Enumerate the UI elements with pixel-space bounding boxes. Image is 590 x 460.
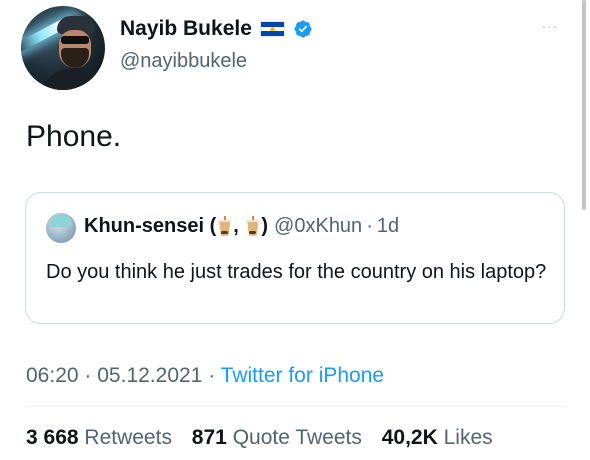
quote-tweets-count: 871 (191, 426, 227, 449)
author-avatar[interactable] (21, 6, 105, 90)
quoted-tweet-time[interactable]: 1d (377, 215, 399, 238)
avatar-shoulders (35, 68, 105, 90)
retweets-count: 3 668 (26, 426, 79, 449)
quoted-tweet-header: Khun-sensei (, ) @0xKhun · 1d (84, 215, 399, 238)
quoted-meta-separator: · (366, 215, 373, 237)
verified-badge-icon (294, 20, 312, 38)
bubble-tea-icon (246, 215, 260, 237)
likes-label: Likes (443, 426, 493, 449)
tweet-text: Phone. (26, 120, 122, 153)
quoted-author-name-separator: , (233, 215, 239, 237)
el-salvador-flag-icon (259, 21, 285, 37)
divider (26, 406, 566, 407)
quoted-author-handle[interactable]: @0xKhun (274, 215, 362, 238)
scrollbar[interactable] (582, 0, 586, 210)
tweet-time[interactable]: 06:20 (26, 364, 79, 387)
quote-tweets-label: Quote Tweets (232, 426, 362, 449)
likes-count: 40,2K (381, 426, 438, 449)
quoted-tweet-card[interactable]: Khun-sensei (, ) @0xKhun · 1d Do you thi… (25, 192, 565, 324)
meta-separator: · (208, 364, 216, 387)
retweets-stat[interactable]: 3 668 Retweets (26, 426, 178, 449)
quoted-author-name-suffix: ) (261, 215, 269, 237)
tweet-meta: 06:20 · 05.12.2021 · Twitter for iPhone (26, 364, 384, 388)
more-options-icon[interactable]: ··· (535, 18, 565, 38)
retweets-label: Retweets (84, 426, 172, 449)
quoted-tweet-text: Do you think he just trades for the coun… (46, 261, 547, 283)
avatar-sunglasses (61, 36, 89, 44)
engagement-stats: 3 668 Retweets 871 Quote Tweets 40,2K Li… (26, 426, 507, 450)
author-name-row: Nayib Bukele (120, 17, 313, 41)
author-handle[interactable]: @nayibbukele (120, 50, 247, 73)
bubble-tea-icon (218, 215, 232, 237)
likes-stat[interactable]: 40,2K Likes (382, 426, 493, 449)
tweet-source-link[interactable]: Twitter for iPhone (221, 364, 384, 387)
meta-separator: · (84, 364, 92, 387)
quoted-author-name[interactable]: Khun-sensei (, ) (84, 215, 268, 238)
author-display-name[interactable]: Nayib Bukele (120, 17, 252, 41)
quote-tweets-stat[interactable]: 871 Quote Tweets (192, 426, 368, 449)
quoted-author-name-prefix: Khun-sensei ( (84, 215, 217, 237)
tweet-date[interactable]: 05.12.2021 (97, 364, 202, 387)
quoted-author-avatar[interactable] (46, 213, 76, 243)
